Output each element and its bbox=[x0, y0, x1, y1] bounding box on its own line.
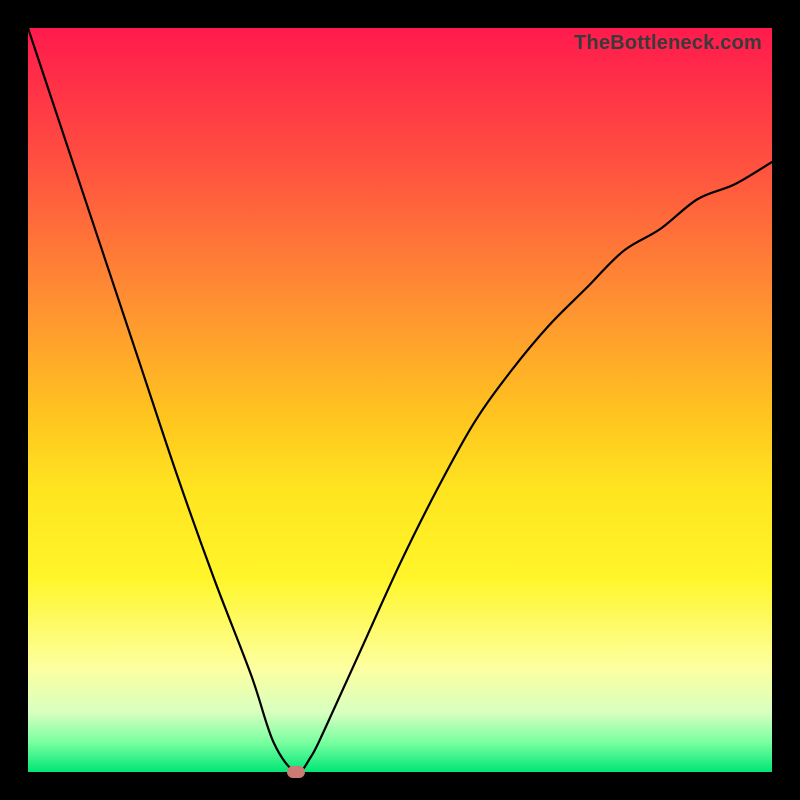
plot-area: TheBottleneck.com bbox=[28, 28, 772, 772]
chart-frame: TheBottleneck.com bbox=[0, 0, 800, 800]
bottleneck-curve bbox=[28, 28, 772, 772]
optimal-point-marker bbox=[287, 766, 305, 778]
